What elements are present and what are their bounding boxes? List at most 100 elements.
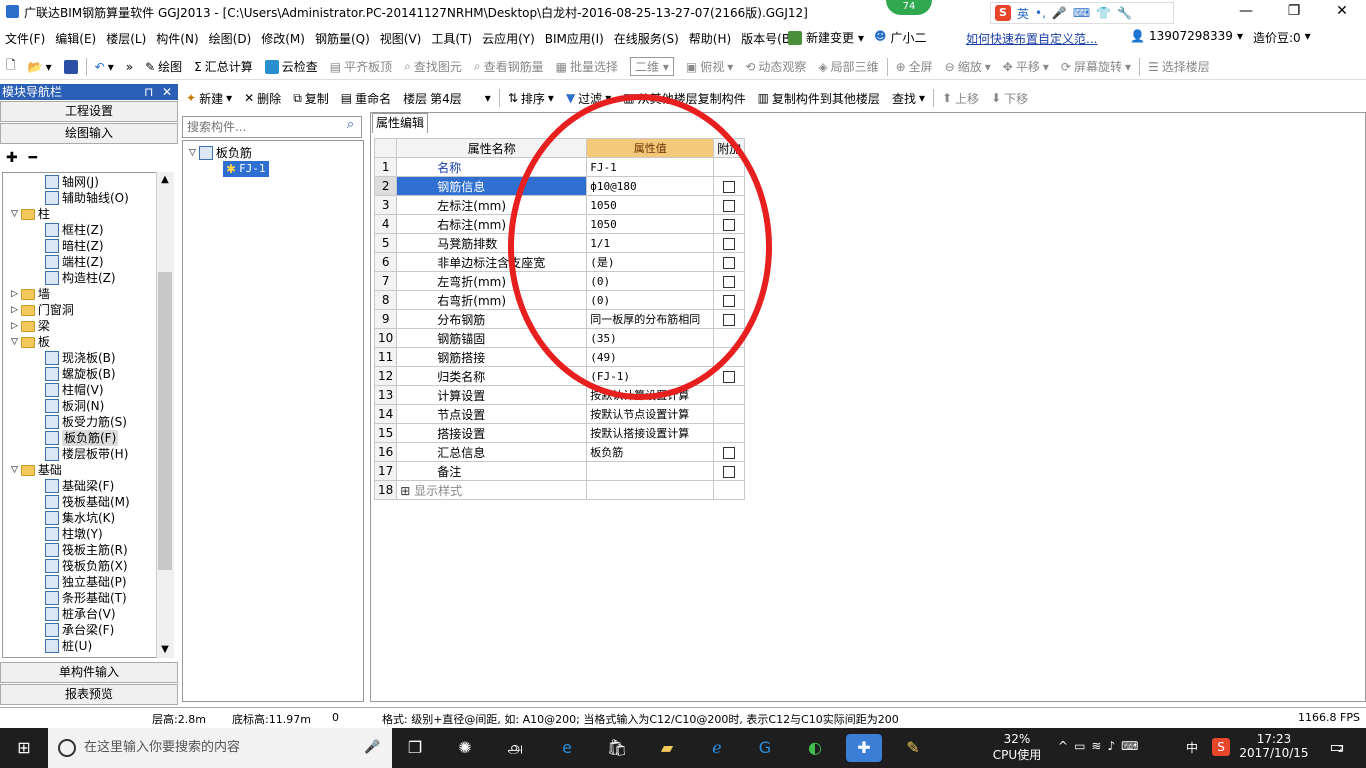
menu-item-2[interactable]: 楼层(L) — [101, 30, 151, 47]
nav-tree-item-17[interactable]: 楼层板带(H) — [45, 446, 128, 462]
rotate-button[interactable]: ⟳ 屏幕旋转 ▾ — [1055, 58, 1137, 75]
move-down-button[interactable]: ⬇ 下移 — [985, 90, 1034, 107]
nav-tree-item-27[interactable]: 桩承台(V) — [45, 606, 116, 622]
menu-item-7[interactable]: 视图(V) — [375, 30, 427, 47]
taskbar-search[interactable]: 在这里输入你要搜索的内容 🎤 — [48, 728, 392, 768]
view-mode-select[interactable]: 二维 ▾ — [624, 57, 680, 76]
nav-scroll-thumb[interactable] — [158, 272, 172, 570]
nav-tree-item-5[interactable]: 端柱(Z) — [45, 254, 104, 270]
local3d-button[interactable]: ◈ 局部三维 — [812, 58, 884, 75]
windows-start-icon[interactable]: ⊞ — [9, 734, 39, 762]
property-row[interactable]: 16 汇总信息 板负筋 — [373, 442, 746, 462]
property-name-cell[interactable]: 搭接设置 — [396, 423, 588, 443]
property-name-cell[interactable]: 汇总信息 — [396, 442, 588, 462]
drawing-input-button[interactable]: 绘图输入 — [0, 123, 178, 144]
flush-slab-button[interactable]: ▤ 平齐板顶 — [324, 58, 398, 75]
clock[interactable]: 17:23 2017/10/15 — [1238, 732, 1310, 760]
expand-icon[interactable]: ▷ — [11, 318, 18, 334]
undo-button[interactable]: ↶ ▾ — [89, 60, 120, 74]
property-value-cell[interactable]: 按默认节点设置计算 — [586, 404, 715, 424]
tree-root-board-neg-rebar[interactable]: ▽ 板负筋 — [189, 145, 252, 161]
property-name-cell[interactable]: 计算设置 — [396, 385, 588, 405]
mic-icon[interactable]: 🎤 — [1052, 6, 1067, 20]
view-rebar-button[interactable]: ⌕ 查看钢筋量 — [468, 58, 550, 75]
property-name-cell[interactable]: 归类名称 — [396, 366, 588, 386]
keyboard-icon[interactable]: ⌨ — [1073, 6, 1090, 20]
nav-tree-item-19[interactable]: 基础梁(F) — [45, 478, 114, 494]
ime-lang[interactable]: 英 — [1017, 5, 1029, 22]
tab-property-edit[interactable]: 属性编辑 — [372, 113, 428, 133]
restore-button[interactable]: ❐ — [1284, 2, 1304, 20]
nav-tree-item-21[interactable]: 集水坑(K) — [45, 510, 115, 526]
property-name-cell[interactable]: ⊞ 显示样式 — [396, 480, 588, 500]
new-component-button[interactable]: ✦ 新建 ▾ — [180, 90, 238, 107]
store-icon[interactable]: 🛍 — [602, 734, 632, 762]
input-lang[interactable]: 中 — [1186, 739, 1198, 756]
user-icon[interactable]: 👕 — [1096, 6, 1111, 20]
property-value-cell[interactable] — [586, 461, 715, 481]
nav-tree-item-15[interactable]: 板受力筋(S) — [45, 414, 127, 430]
nav-tree-item-23[interactable]: 筏板主筋(R) — [45, 542, 128, 558]
property-row[interactable]: 15 搭接设置 按默认搭接设置计算 — [373, 423, 746, 443]
find-button[interactable]: 查找 ▾ — [886, 90, 931, 107]
keyboard-icon[interactable]: ⌨ — [1121, 739, 1144, 753]
project-settings-button[interactable]: 工程设置 — [0, 101, 178, 122]
menu-item-12[interactable]: 帮助(H) — [684, 30, 736, 47]
nav-close-icon[interactable]: ✕ — [162, 84, 172, 100]
property-row[interactable]: 17 备注 — [373, 461, 746, 481]
nav-tree-item-18[interactable]: ▽ 基础 — [11, 462, 62, 478]
menu-item-11[interactable]: 在线服务(S) — [609, 30, 684, 47]
nav-tree-item-20[interactable]: 筏板基础(M) — [45, 494, 130, 510]
nav-tree-item-1[interactable]: 辅助轴线(O) — [45, 190, 129, 206]
open-file-button[interactable]: 📂 ▾ — [22, 60, 58, 74]
add-checkbox[interactable] — [723, 465, 736, 478]
select-floor-button[interactable]: ☰ 选择楼层 — [1142, 58, 1216, 75]
chevron-up-icon[interactable]: ^ — [1058, 739, 1074, 753]
user-account[interactable]: 👤 13907298339 ▾ 造价豆:0 ▾ — [1130, 29, 1311, 46]
nav-tree-item-26[interactable]: 条形基础(T) — [45, 590, 127, 606]
menu-item-4[interactable]: 绘图(D) — [204, 30, 257, 47]
property-name-cell[interactable]: 备注 — [396, 461, 588, 481]
nav-tree-item-11[interactable]: 现浇板(B) — [45, 350, 116, 366]
ie-icon[interactable]: ℯ — [702, 734, 732, 762]
dynamic-view-button[interactable]: ⟲ 动态观察 — [739, 58, 812, 75]
close-button[interactable]: ✕ — [1332, 2, 1352, 20]
nav-tree-item-7[interactable]: ▷ 墙 — [11, 286, 50, 302]
fullscreen-button[interactable]: ⊕ 全屏 — [890, 58, 939, 75]
pin-icon[interactable]: ⊓ — [144, 84, 153, 100]
property-name-cell[interactable]: 节点设置 — [396, 404, 588, 424]
glodon-app-icon[interactable]: G — [750, 734, 780, 762]
nav-tree-item-12[interactable]: 螺旋板(B) — [45, 366, 116, 382]
volume-icon[interactable]: ♪ — [1107, 739, 1121, 753]
menu-item-6[interactable]: 钢筋量(Q) — [310, 30, 375, 47]
nav-tree-item-3[interactable]: 框柱(Z) — [45, 222, 104, 238]
network-icon[interactable]: ▭ — [1074, 739, 1091, 753]
find-elem-button[interactable]: ⌕ 查找图元 — [398, 58, 468, 75]
top-view-button[interactable]: ▣ 俯视 ▾ — [680, 58, 739, 75]
component-search-input[interactable] — [182, 116, 362, 138]
help-link[interactable]: 如何快速布置自定义范... — [966, 30, 1097, 47]
single-input-button[interactable]: 单构件输入 — [0, 662, 178, 683]
cloud-check-button[interactable]: 云检查 — [259, 58, 324, 75]
nav-tree-item-16[interactable]: 板负筋(F) — [45, 430, 119, 446]
property-value-cell[interactable] — [586, 480, 715, 500]
menu-item-10[interactable]: BIM应用(I) — [540, 30, 609, 47]
sort-button[interactable]: ⇅ 排序 ▾ — [502, 90, 560, 107]
file-explorer-icon[interactable]: ▰ — [652, 734, 682, 762]
delete-button[interactable]: ✕ 删除 — [238, 90, 287, 107]
collapse-all-icon[interactable]: ━ — [29, 150, 37, 166]
property-add-cell[interactable] — [713, 461, 746, 481]
active-app-icon[interactable]: ✚ — [846, 734, 882, 762]
overflow-chevron-icon[interactable]: » — [120, 60, 139, 74]
collapse-icon[interactable]: ▽ — [11, 334, 18, 350]
nav-tree-item-29[interactable]: 桩(U) — [45, 638, 92, 654]
menu-item-5[interactable]: 修改(M) — [256, 30, 310, 47]
pan-button[interactable]: ✥ 平移 ▾ — [997, 58, 1055, 75]
nav-tree-item-13[interactable]: 柱帽(V) — [45, 382, 104, 398]
expand-all-icon[interactable]: ✚ — [6, 150, 18, 166]
menu-item-9[interactable]: 云应用(Y) — [477, 30, 540, 47]
tree-item-fj1[interactable]: ✱ FJ-1 — [223, 161, 269, 177]
property-value-cell[interactable]: 板负筋 — [586, 442, 715, 462]
zoom-button[interactable]: ⊖ 缩放 ▾ — [939, 58, 997, 75]
new-change-button[interactable]: 新建变更 ▾ — [788, 29, 864, 46]
